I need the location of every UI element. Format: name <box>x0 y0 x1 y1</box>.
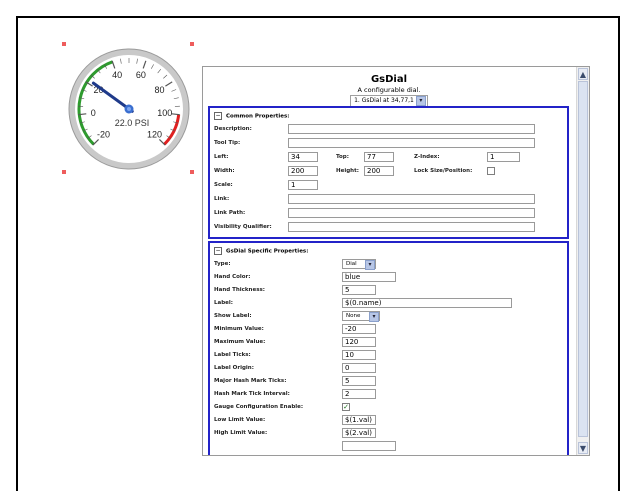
tick-label: 100 <box>157 108 172 118</box>
top-label: Top: <box>336 154 349 160</box>
visibility-label: Visibility Qualifier: <box>214 224 272 230</box>
vertical-scrollbar[interactable]: ▲ ▼ <box>576 67 589 455</box>
tooltip-field[interactable] <box>288 138 535 148</box>
common-properties-title: Common Properties: <box>226 113 290 120</box>
show-label-select[interactable]: None ▾ <box>342 311 380 322</box>
link-path-label: Link Path: <box>214 210 246 216</box>
tooltip-label: Tool Tip: <box>214 140 241 146</box>
scrollbar-thumb[interactable] <box>578 81 588 437</box>
major-hash-label: Major Hash Mark Ticks: <box>214 378 287 384</box>
panel-title: GsDial <box>370 74 408 85</box>
tick-label: 40 <box>112 70 122 80</box>
width-label: Width: <box>214 168 235 174</box>
zindex-field[interactable]: 1 <box>487 152 520 162</box>
width-field[interactable]: 200 <box>288 166 318 176</box>
lock-checkbox[interactable] <box>487 167 495 175</box>
resize-handle-bottom-left[interactable] <box>62 170 66 174</box>
gauge-config-checkbox[interactable]: ✓ <box>342 403 350 411</box>
resize-handle-top-right[interactable] <box>190 42 194 46</box>
hand-color-label: Hand Color: <box>214 274 251 280</box>
type-select[interactable]: Dial ▾ <box>342 259 376 270</box>
show-label-label: Show Label: <box>214 313 252 319</box>
chevron-down-icon[interactable]: ▾ <box>369 312 379 322</box>
dial-readout: 22.0 PSI <box>115 118 150 128</box>
link-label: Link: <box>214 196 230 202</box>
low-limit-label: Low Limit Value: <box>214 417 266 423</box>
gsdial-properties-title: GsDial Specific Properties: <box>226 248 309 255</box>
description-label: Description: <box>214 126 252 132</box>
needle-hub-highlight <box>127 107 131 111</box>
max-value-field[interactable]: 120 <box>342 337 376 347</box>
description-field[interactable] <box>288 124 535 134</box>
collapse-icon[interactable]: − <box>214 247 222 255</box>
label-field[interactable]: $(0.name) <box>342 298 512 308</box>
hash-interval-label: Hash Mark Tick Interval: <box>214 391 290 397</box>
label-label: Label: <box>214 300 233 306</box>
hand-thickness-field[interactable]: 5 <box>342 285 376 295</box>
type-label: Type: <box>214 261 231 267</box>
left-label: Left: <box>214 154 229 160</box>
high-limit-field[interactable]: $(2.val) <box>342 428 376 438</box>
major-hash-field[interactable]: 5 <box>342 376 376 386</box>
hand-color-field[interactable]: blue <box>342 272 396 282</box>
gsdial-properties-section: − GsDial Specific Properties: Type: Dial ▾… <box>208 241 569 455</box>
hash-interval-field[interactable]: 2 <box>342 389 376 399</box>
label-ticks-field[interactable]: 10 <box>342 350 376 360</box>
collapse-icon[interactable]: − <box>214 112 222 120</box>
scroll-up-icon[interactable]: ▲ <box>578 68 588 80</box>
height-field[interactable]: 200 <box>364 166 394 176</box>
zindex-label: Z-Index: <box>414 154 440 160</box>
component-selector-value: 1. GsDial at 34,77,1 <box>354 97 414 104</box>
link-field[interactable] <box>288 194 535 204</box>
tick-label: 80 <box>154 85 164 95</box>
high-limit-label: High Limit Value: <box>214 430 268 436</box>
gsdial-properties-header: − GsDial Specific Properties: <box>214 247 308 255</box>
gauge-widget[interactable]: -20 0 20 40 60 80 100 120 22.0 PSI <box>62 42 194 174</box>
tick-label: 0 <box>91 108 96 118</box>
resize-handle-top-left[interactable] <box>62 42 66 46</box>
lock-label: Lock Size/Position: <box>414 168 473 174</box>
scale-field[interactable]: 1 <box>288 180 318 190</box>
pressure-dial: -2002040 608010012022.0 PSI <box>68 48 190 170</box>
height-label: Height: <box>336 168 359 174</box>
gauge-config-label: Gauge Configuration Enable: <box>214 404 304 410</box>
min-value-label: Minimum Value: <box>214 326 264 332</box>
hand-thickness-label: Hand Thickness: <box>214 287 265 293</box>
resize-handle-bottom-right[interactable] <box>190 170 194 174</box>
label-origin-label: Label Origin: <box>214 365 254 371</box>
tick-label: 60 <box>136 70 146 80</box>
visibility-field[interactable] <box>288 222 535 232</box>
left-field[interactable]: 34 <box>288 152 318 162</box>
low-limit-field[interactable]: $(1.val) <box>342 415 376 425</box>
min-value-field[interactable]: -20 <box>342 324 376 334</box>
max-value-label: Maximum Value: <box>214 339 266 345</box>
tick-label: -20 <box>97 129 110 139</box>
scale-label: Scale: <box>214 182 233 188</box>
show-label-select-value: None <box>346 313 361 319</box>
chevron-down-icon[interactable]: ▾ <box>415 96 426 106</box>
tick-label: 120 <box>147 129 162 139</box>
chevron-down-icon[interactable]: ▾ <box>365 260 375 270</box>
link-path-field[interactable] <box>288 208 535 218</box>
top-field[interactable]: 77 <box>364 152 394 162</box>
scroll-down-icon[interactable]: ▼ <box>578 442 588 454</box>
common-properties-header: − Common Properties: <box>214 112 290 120</box>
common-properties-section: − Common Properties: Description: Tool Ti… <box>208 106 569 239</box>
panel-subtitle: A configurable dial. <box>357 86 421 94</box>
properties-panel: GsDial A configurable dial. 1. GsDial at… <box>202 66 590 456</box>
next-field-partial[interactable] <box>342 441 396 451</box>
label-origin-field[interactable]: 0 <box>342 363 376 373</box>
label-ticks-label: Label Ticks: <box>214 352 251 358</box>
type-select-value: Dial <box>346 261 357 267</box>
